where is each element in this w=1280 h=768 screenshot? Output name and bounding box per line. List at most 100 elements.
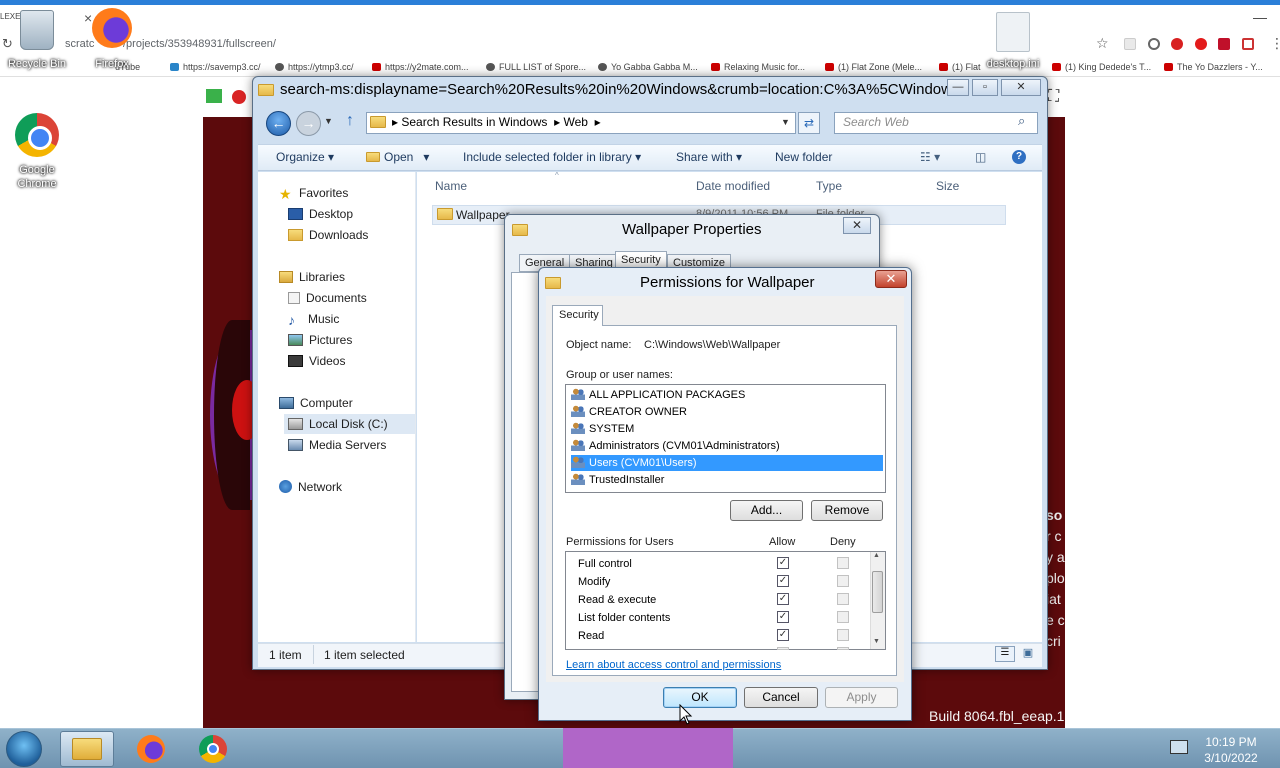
tab-security-permissions[interactable]: Security: [552, 305, 603, 326]
help-icon[interactable]: ?: [1012, 150, 1026, 164]
list-item[interactable]: TrustedInstaller: [571, 472, 883, 488]
breadcrumb[interactable]: ▸ Search Results in Windows ▸ Web ▸: [392, 115, 601, 129]
close-button[interactable]: ✕: [1001, 79, 1041, 96]
bookmark-ytmp3[interactable]: https://ytmp3.cc/: [275, 62, 354, 72]
cancel-button[interactable]: Cancel: [744, 687, 818, 708]
deny-checkbox[interactable]: [837, 575, 849, 587]
browser-url[interactable]: /projects/353948931/fullscreen/: [123, 38, 276, 50]
deny-checkbox[interactable]: [837, 593, 849, 605]
list-item[interactable]: Administrators (CVM01\Administrators): [571, 438, 883, 454]
deny-checkbox[interactable]: [837, 557, 849, 569]
allow-checkbox[interactable]: ✓: [777, 575, 789, 587]
bookmark-yo-gabba[interactable]: Yo Gabba Gabba M...: [598, 62, 698, 72]
nav-documents[interactable]: Documents: [288, 291, 367, 305]
allow-checkbox[interactable]: ✓: [777, 629, 789, 641]
taskbar-explorer[interactable]: [60, 731, 114, 767]
column-size[interactable]: Size: [936, 179, 959, 193]
system-clock[interactable]: 10:19 PM 3/10/2022: [1198, 734, 1264, 766]
extension-icon[interactable]: [1124, 38, 1136, 50]
refresh-button[interactable]: ⇄: [798, 112, 820, 134]
nav-network[interactable]: Network: [279, 480, 342, 494]
access-control-help-link[interactable]: Learn about access control and permissio…: [566, 659, 781, 671]
nav-pictures[interactable]: Pictures: [288, 333, 352, 347]
back-button[interactable]: ←: [266, 111, 291, 136]
window-minimize-icon[interactable]: —: [1253, 9, 1267, 25]
properties-close-button[interactable]: ✕: [843, 217, 871, 234]
new-folder-button[interactable]: New folder: [775, 150, 832, 164]
list-item[interactable]: ALL APPLICATION PACKAGES: [571, 387, 883, 403]
nav-videos[interactable]: Videos: [288, 354, 345, 368]
bookmark-flat[interactable]: (1) Flat: [939, 62, 981, 72]
allow-checkbox[interactable]: ✓: [777, 611, 789, 623]
open-menu[interactable]: Open ▾: [366, 150, 429, 164]
bookmark-savemp3[interactable]: https://savemp3.cc/: [170, 62, 261, 72]
allow-checkbox[interactable]: ✓: [777, 593, 789, 605]
list-item[interactable]: CREATOR OWNER: [571, 404, 883, 420]
recent-pages-icon[interactable]: ▼: [324, 116, 333, 126]
maximize-button[interactable]: ▫: [972, 79, 998, 96]
taskbar-chrome[interactable]: [186, 731, 240, 767]
nav-downloads[interactable]: Downloads: [288, 228, 368, 242]
remove-button[interactable]: Remove: [811, 500, 883, 521]
block-icon[interactable]: [1148, 38, 1160, 50]
large-icons-view-icon[interactable]: ▣: [1019, 646, 1037, 662]
fullscreen-exit-icon[interactable]: ⛶: [1048, 88, 1059, 106]
preview-pane-icon[interactable]: ◫: [975, 150, 986, 164]
extension-icon[interactable]: [1218, 38, 1230, 50]
extension-icon[interactable]: [1171, 38, 1183, 50]
ok-button[interactable]: OK: [663, 687, 737, 708]
scrollbar-thumb[interactable]: [872, 571, 883, 613]
bookmark-star-icon[interactable]: ☆: [1096, 35, 1109, 52]
view-options-icon[interactable]: ☷ ▾: [920, 150, 940, 164]
bookmark-yo-dazzlers[interactable]: The Yo Dazzlers - Y...: [1164, 62, 1263, 72]
list-item-selected[interactable]: Users (CVM01\Users): [571, 455, 883, 471]
up-arrow-icon[interactable]: ↑: [346, 112, 354, 130]
nav-desktop[interactable]: Desktop: [288, 207, 353, 221]
organize-menu[interactable]: Organize ▾: [276, 150, 334, 164]
nav-media-servers[interactable]: Media Servers: [288, 438, 386, 452]
recycle-bin[interactable]: Recycle Bin: [4, 10, 70, 70]
bookmark-y2mate[interactable]: https://y2mate.com...: [372, 62, 469, 72]
permissions-close-button[interactable]: ✕: [875, 270, 907, 288]
search-icon[interactable]: ⌕: [1018, 113, 1025, 129]
deny-checkbox[interactable]: [837, 629, 849, 641]
column-date-modified[interactable]: Date modified: [696, 179, 770, 193]
taskbar-firefox[interactable]: [124, 731, 178, 767]
nav-music[interactable]: ♪ Music: [288, 312, 339, 328]
firefox-desktop[interactable]: Firefox: [84, 8, 140, 70]
desktop-ini-file[interactable]: desktop.ini: [978, 12, 1048, 70]
browser-menu-icon[interactable]: ⋮: [1270, 35, 1280, 52]
share-with-menu[interactable]: Share with ▾: [676, 150, 742, 164]
bookmark-relaxing-music[interactable]: Relaxing Music for...: [711, 62, 805, 72]
stop-icon[interactable]: [232, 90, 246, 104]
bookmark-flat-zone[interactable]: (1) Flat Zone (Mele...: [825, 62, 922, 72]
bookmark-king-dedede[interactable]: (1) King Dedede's T...: [1052, 62, 1151, 72]
include-in-library-menu[interactable]: Include selected folder in library ▾: [463, 150, 641, 164]
details-view-icon[interactable]: ☰: [995, 646, 1015, 662]
list-item[interactable]: SYSTEM: [571, 421, 883, 437]
opera-icon[interactable]: [1195, 38, 1207, 50]
folder-icon: [437, 208, 453, 220]
scroll-up-icon[interactable]: ▲: [873, 552, 880, 559]
nav-local-disk[interactable]: Local Disk (C:): [288, 417, 388, 431]
bookmark-spore[interactable]: FULL LIST of Spore...: [486, 62, 586, 72]
column-type[interactable]: Type: [816, 179, 842, 193]
stage-text: so r c y a plo iat e c cri: [1046, 507, 1065, 649]
nav-libraries[interactable]: Libraries: [279, 270, 345, 284]
column-name[interactable]: Name: [435, 179, 467, 193]
minimize-button[interactable]: —: [947, 79, 969, 96]
start-button[interactable]: [6, 731, 42, 767]
green-flag-icon[interactable]: [206, 89, 222, 103]
add-button[interactable]: Add...: [730, 500, 803, 521]
nav-computer[interactable]: Computer: [279, 396, 353, 410]
network-tray-icon[interactable]: [1170, 740, 1188, 754]
allow-checkbox[interactable]: ✓: [777, 557, 789, 569]
scroll-down-icon[interactable]: ▼: [873, 638, 880, 645]
apply-button[interactable]: Apply: [825, 687, 898, 708]
address-dropdown-icon[interactable]: ▼: [781, 117, 790, 127]
extension-icon[interactable]: [1242, 38, 1254, 50]
deny-checkbox[interactable]: [837, 611, 849, 623]
forward-button[interactable]: →: [296, 111, 321, 136]
google-chrome-desktop[interactable]: Google Chrome: [6, 113, 68, 191]
nav-favorites[interactable]: ★ Favorites: [279, 186, 348, 202]
